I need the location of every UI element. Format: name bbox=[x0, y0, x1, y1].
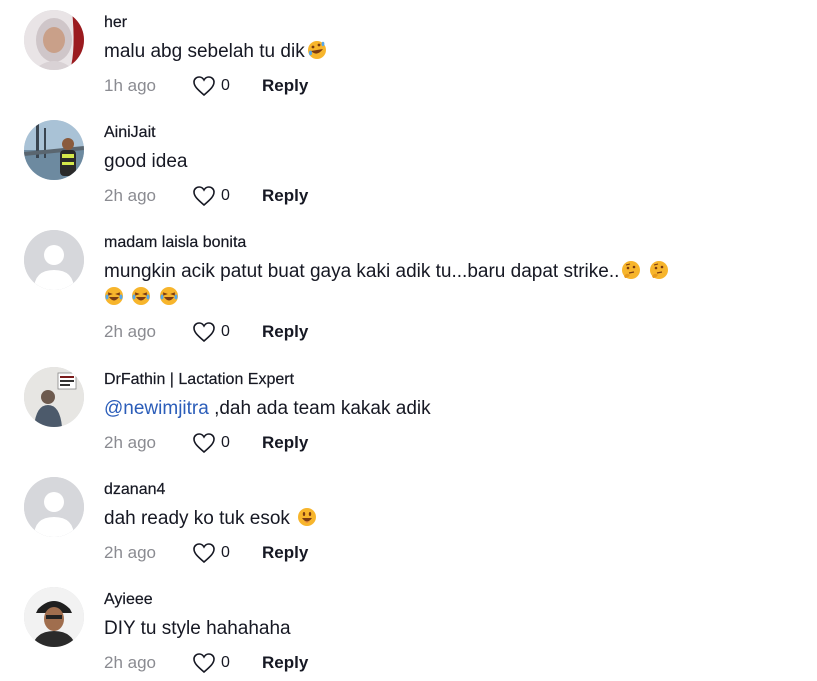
like-count: 0 bbox=[221, 654, 230, 671]
like-button[interactable]: 0 bbox=[192, 321, 262, 343]
comment-text-content: DIY tu style hahahaha bbox=[104, 618, 291, 639]
avatar[interactable] bbox=[24, 477, 84, 537]
comment-username[interactable]: dzanan4 bbox=[104, 480, 797, 500]
avatar[interactable] bbox=[24, 10, 84, 70]
comment-text: malu abg sebelah tu dik bbox=[104, 39, 797, 65]
comment-username[interactable]: AiniJait bbox=[104, 123, 797, 143]
heart-icon bbox=[193, 433, 215, 454]
reply-button[interactable]: Reply bbox=[262, 322, 308, 342]
avatar[interactable] bbox=[24, 587, 84, 647]
grin-emoji bbox=[297, 507, 317, 527]
comment-text-content: dah ready ko tuk esok bbox=[104, 508, 296, 529]
comment-time: 2h ago bbox=[104, 433, 156, 452]
comment-username[interactable]: madam laisla bonita bbox=[104, 233, 797, 253]
like-count: 0 bbox=[221, 544, 230, 561]
avatar[interactable] bbox=[24, 367, 84, 427]
thinking-emoji bbox=[621, 260, 641, 280]
like-count: 0 bbox=[221, 77, 230, 94]
comment-meta: 2h ago 0 Reply bbox=[104, 541, 797, 565]
mention-link[interactable]: @newimjitra bbox=[104, 398, 209, 419]
heart-icon bbox=[193, 76, 215, 97]
heart-icon bbox=[193, 322, 215, 343]
comment-meta: 1h ago 0 Reply bbox=[104, 74, 797, 98]
comment-time: 2h ago bbox=[104, 186, 156, 205]
comment-text: good idea bbox=[104, 149, 797, 175]
comment-text: DIY tu style hahahaha bbox=[104, 616, 797, 642]
comment-time: 2h ago bbox=[104, 543, 156, 562]
comment-time: 2h ago bbox=[104, 322, 156, 341]
rofl-emoji bbox=[307, 40, 327, 60]
comment-text: mungkin acik patut buat gaya kaki adik t… bbox=[104, 259, 797, 311]
like-button[interactable]: 0 bbox=[192, 185, 262, 207]
comment-time: 2h ago bbox=[104, 653, 156, 672]
thinking-emoji bbox=[649, 260, 669, 280]
comment-meta: 2h ago 0 Reply bbox=[104, 184, 797, 208]
comment-username[interactable]: Ayieee bbox=[104, 590, 797, 610]
heart-icon bbox=[193, 543, 215, 564]
like-button[interactable]: 0 bbox=[192, 542, 262, 564]
reply-button[interactable]: Reply bbox=[262, 76, 308, 96]
like-button[interactable]: 0 bbox=[192, 432, 262, 454]
like-button[interactable]: 0 bbox=[192, 75, 262, 97]
like-count: 0 bbox=[221, 187, 230, 204]
reply-button[interactable]: Reply bbox=[262, 186, 308, 206]
heart-icon bbox=[193, 653, 215, 674]
laughing-emoji bbox=[159, 286, 179, 306]
comment-text: dah ready ko tuk esok bbox=[104, 506, 797, 532]
like-count: 0 bbox=[221, 434, 230, 451]
laughing-emoji bbox=[131, 286, 151, 306]
comment-text-content: malu abg sebelah tu dik bbox=[104, 41, 305, 62]
laughing-emoji bbox=[104, 286, 124, 306]
comment-time: 1h ago bbox=[104, 76, 156, 95]
heart-icon bbox=[193, 186, 215, 207]
reply-button[interactable]: Reply bbox=[262, 543, 308, 563]
avatar[interactable] bbox=[24, 120, 84, 180]
like-count: 0 bbox=[221, 323, 230, 340]
avatar[interactable] bbox=[24, 230, 84, 290]
reply-button[interactable]: Reply bbox=[262, 653, 308, 673]
comment-text-content: ,dah ada team kakak adik bbox=[208, 398, 431, 419]
comment-meta: 2h ago 0 Reply bbox=[104, 431, 797, 455]
comment-text-content: good idea bbox=[104, 151, 188, 172]
comment-username[interactable]: DrFathin | Lactation Expert bbox=[104, 370, 797, 390]
comment-text-content: mungkin acik patut buat gaya kaki adik t… bbox=[104, 261, 620, 282]
reply-button[interactable]: Reply bbox=[262, 433, 308, 453]
comment-meta: 2h ago 0 Reply bbox=[104, 651, 797, 675]
like-button[interactable]: 0 bbox=[192, 652, 262, 674]
comment-text: @newimjitra ,dah ada team kakak adik bbox=[104, 396, 797, 422]
comment-meta: 2h ago 0 Reply bbox=[104, 320, 797, 344]
comment-username[interactable]: her bbox=[104, 13, 797, 33]
